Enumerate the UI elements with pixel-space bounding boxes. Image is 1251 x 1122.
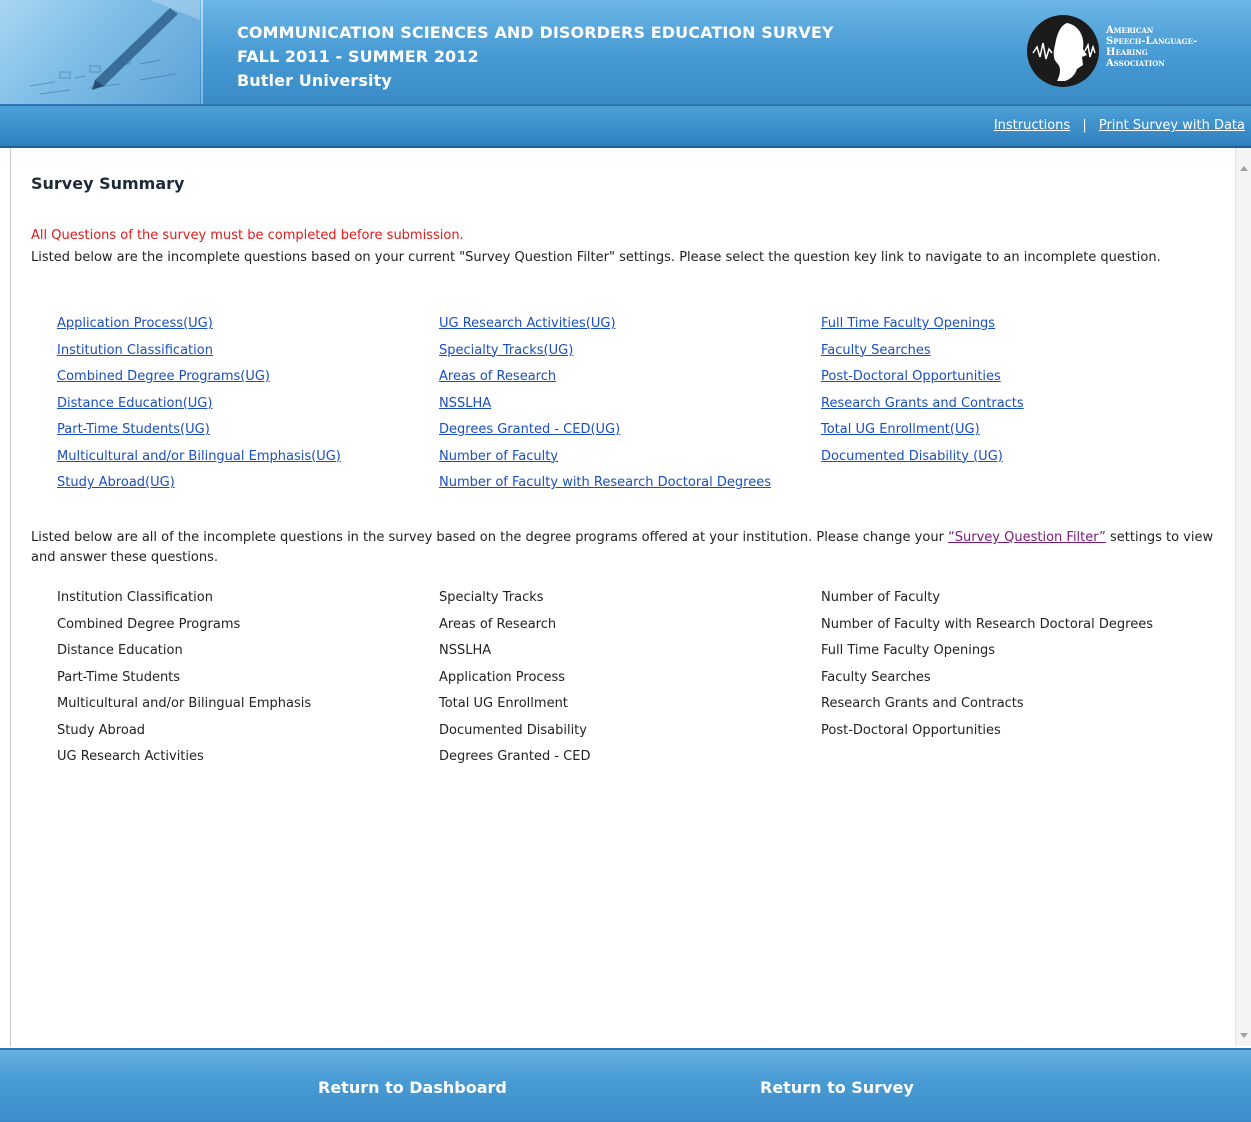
header-banner: COMMUNICATION SCIENCES AND DISORDERS EDU… — [0, 0, 1251, 106]
question-item: Distance Education — [57, 643, 183, 658]
question-link[interactable]: Research Grants and Contracts — [821, 395, 1181, 413]
instructions-link[interactable]: Instructions — [994, 118, 1070, 133]
question-item: Part-Time Students — [57, 669, 181, 685]
footer-bar: Return to Dashboard Return to Survey — [0, 1048, 1251, 1122]
survey-title: COMMUNICATION SCIENCES AND DISORDERS EDU… — [237, 23, 834, 42]
question-item: Areas of Research — [439, 616, 557, 632]
question-link[interactable]: Number of Faculty with Research Doctoral… — [439, 474, 799, 492]
question-link[interactable]: Distance Education(UG) — [57, 395, 417, 413]
question-item: Study Abroad — [57, 722, 146, 738]
question-link[interactable]: Degrees Granted - CED(UG) — [439, 421, 799, 439]
page-title: Survey Summary — [31, 174, 185, 193]
question-item: Combined Degree Programs — [57, 616, 241, 632]
question-item: Documented Disability — [439, 722, 587, 738]
survey-question-filter-link[interactable]: “Survey Question Filter” — [948, 530, 1106, 545]
question-item: Full Time Faculty Openings — [821, 643, 996, 658]
link-column-1: Application Process(UG) Institution Clas… — [57, 315, 417, 501]
question-link[interactable]: Institution Classification — [57, 342, 417, 360]
question-link[interactable]: Specialty Tracks(UG) — [439, 342, 799, 360]
question-item: Multicultural and/or Bilingual Emphasis — [57, 696, 312, 711]
asha-logo-text: American Speech-Language- Hearing Associ… — [1106, 25, 1198, 69]
header-divider — [201, 0, 203, 104]
main-content: Survey Summary All Questions of the surv… — [10, 148, 1236, 1046]
question-item: Institution Classification — [57, 590, 213, 605]
nav-links: Instructions | Print Survey with Data — [994, 118, 1245, 133]
incomplete-intro: Listed below are the incomplete question… — [31, 250, 1161, 265]
question-link[interactable]: Full Time Faculty Openings — [821, 315, 1181, 333]
question-link[interactable]: Faculty Searches — [821, 342, 1181, 360]
link-column-3: Full Time Faculty Openings Faculty Searc… — [821, 315, 1181, 474]
question-item: Number of Faculty — [821, 590, 941, 605]
scroll-down-arrow-icon[interactable] — [1240, 1033, 1248, 1038]
question-link[interactable]: Multicultural and/or Bilingual Emphasis(… — [57, 448, 417, 466]
survey-title-block: COMMUNICATION SCIENCES AND DISORDERS EDU… — [237, 21, 834, 93]
question-link[interactable]: Areas of Research — [439, 368, 799, 386]
return-to-survey-button[interactable]: Return to Survey — [760, 1078, 914, 1097]
question-item: UG Research Activities — [57, 749, 204, 764]
question-link[interactable]: Part-Time Students(UG) — [57, 421, 417, 439]
question-link[interactable]: NSSLHA — [439, 395, 799, 413]
question-item: NSSLHA — [439, 643, 492, 658]
completion-alert: All Questions of the survey must be comp… — [31, 228, 464, 243]
filtered-intro: Listed below are all of the incomplete q… — [31, 528, 1226, 568]
question-item: Research Grants and Contracts — [821, 696, 1024, 711]
question-item: Degrees Granted - CED — [439, 749, 591, 764]
question-link[interactable]: Total UG Enrollment(UG) — [821, 421, 1181, 439]
return-to-dashboard-button[interactable]: Return to Dashboard — [318, 1078, 507, 1097]
link-column-2: UG Research Activities(UG) Specialty Tra… — [439, 315, 799, 501]
nav-separator: | — [1082, 118, 1087, 133]
asha-logo: American Speech-Language- Hearing Associ… — [1024, 12, 1251, 90]
question-item: Total UG Enrollment — [439, 696, 568, 711]
question-item: Faculty Searches — [821, 669, 931, 685]
text-column-1: Institution Classification Combined Degr… — [57, 589, 417, 775]
text-column-3: Number of Faculty Number of Faculty with… — [821, 589, 1181, 748]
scroll-up-arrow-icon[interactable] — [1240, 166, 1248, 171]
question-link[interactable]: Combined Degree Programs(UG) — [57, 368, 417, 386]
question-link[interactable]: UG Research Activities(UG) — [439, 315, 799, 333]
question-link[interactable]: Study Abroad(UG) — [57, 474, 417, 492]
asha-profile-logo-icon — [1027, 15, 1099, 87]
question-link[interactable]: Number of Faculty — [439, 448, 799, 466]
question-item: Specialty Tracks — [439, 590, 544, 605]
pen-and-form-photo — [0, 0, 200, 104]
institution-name: Butler University — [237, 71, 392, 90]
question-item: Number of Faculty with Research Doctoral… — [821, 616, 1153, 632]
question-item: Post-Doctoral Opportunities — [821, 722, 1001, 738]
text-column-2: Specialty Tracks Areas of Research NSSLH… — [439, 589, 799, 775]
nav-strip: Instructions | Print Survey with Data — [0, 106, 1251, 148]
question-link[interactable]: Documented Disability (UG) — [821, 448, 1181, 466]
survey-period: FALL 2011 - SUMMER 2012 — [237, 47, 479, 66]
question-link[interactable]: Application Process(UG) — [57, 315, 417, 333]
vertical-scrollbar[interactable] — [1235, 148, 1251, 1046]
print-survey-link[interactable]: Print Survey with Data — [1099, 118, 1245, 133]
question-item: Application Process — [439, 669, 566, 685]
question-link[interactable]: Post-Doctoral Opportunities — [821, 368, 1181, 386]
filtered-intro-prefix: Listed below are all of the incomplete q… — [31, 530, 949, 545]
